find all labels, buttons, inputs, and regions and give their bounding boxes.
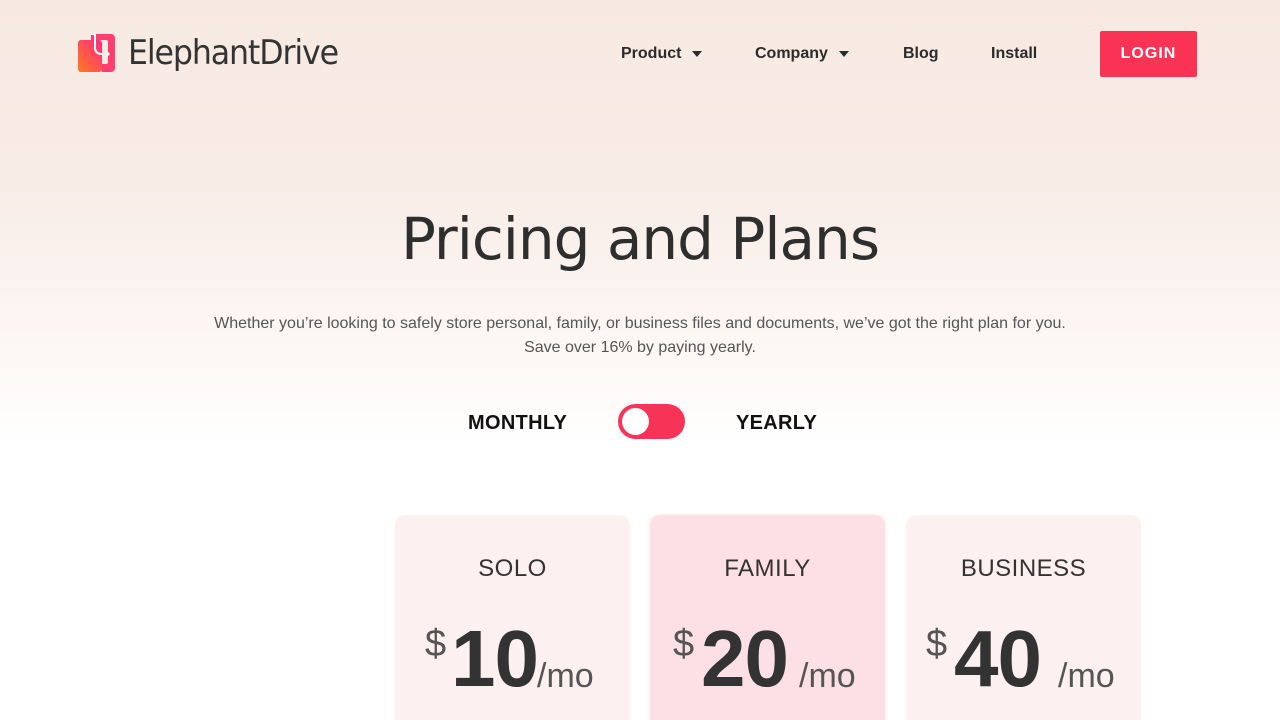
nav-item-label: Company — [755, 45, 828, 62]
plan-price: $ 40 /mo — [906, 614, 1141, 705]
nav-item-product[interactable]: Product — [621, 45, 703, 63]
currency-symbol: $ — [926, 623, 948, 665]
currency-symbol: $ — [425, 623, 447, 665]
chevron-down-icon — [838, 51, 849, 57]
price-amount: 20 — [701, 614, 789, 703]
brand-name: ElephantDrive — [128, 33, 339, 73]
nav-item-label: Product — [621, 45, 682, 62]
site-header: ElephantDrive Product Company Blog Insta… — [0, 0, 1280, 108]
nav-item-company[interactable]: Company — [755, 45, 849, 63]
plan-name: BUSINESS — [960, 555, 1087, 582]
billing-toggle-switch[interactable] — [618, 404, 685, 439]
plan-card-solo[interactable]: SOLO $ 10 /mo — [395, 515, 630, 720]
nav-item-label: Blog — [903, 45, 939, 62]
price-period: /mo — [1058, 657, 1115, 695]
elephant-logo-icon — [78, 33, 116, 72]
subtitle-line: Whether you’re looking to safely store p… — [214, 315, 1066, 332]
billing-toggle-row: MONTHLY YEARLY — [0, 404, 1280, 440]
page-subtitle: Whether you’re looking to safely store p… — [0, 312, 1280, 360]
plan-card-family[interactable]: FAMILY $ 20 /mo — [650, 515, 885, 720]
price-period: /mo — [799, 657, 856, 695]
currency-symbol: $ — [673, 623, 695, 665]
plan-name: SOLO — [478, 555, 547, 582]
chevron-down-icon — [692, 51, 703, 57]
nav-item-blog[interactable]: Blog — [903, 45, 939, 63]
price-period: /mo — [537, 657, 594, 695]
yearly-label[interactable]: YEARLY — [736, 412, 817, 435]
monthly-label[interactable]: MONTHLY — [468, 412, 567, 435]
page-title: Pricing and Plans — [400, 205, 880, 273]
plan-price: $ 10 /mo — [395, 614, 630, 705]
nav-item-install[interactable]: Install — [991, 45, 1037, 63]
price-amount: 40 — [954, 614, 1042, 703]
login-button[interactable]: LOGIN — [1100, 31, 1197, 77]
subtitle-line: Save over 16% by paying yearly. — [524, 339, 756, 356]
plan-name: FAMILY — [724, 555, 811, 582]
plan-price: $ 20 /mo — [650, 614, 885, 705]
price-amount: 10 — [451, 614, 539, 703]
nav-item-label: Install — [991, 45, 1038, 62]
toggle-knob — [622, 408, 649, 435]
plan-card-business[interactable]: BUSINESS $ 40 /mo — [906, 515, 1141, 720]
brand-logo[interactable]: ElephantDrive — [78, 33, 354, 73]
